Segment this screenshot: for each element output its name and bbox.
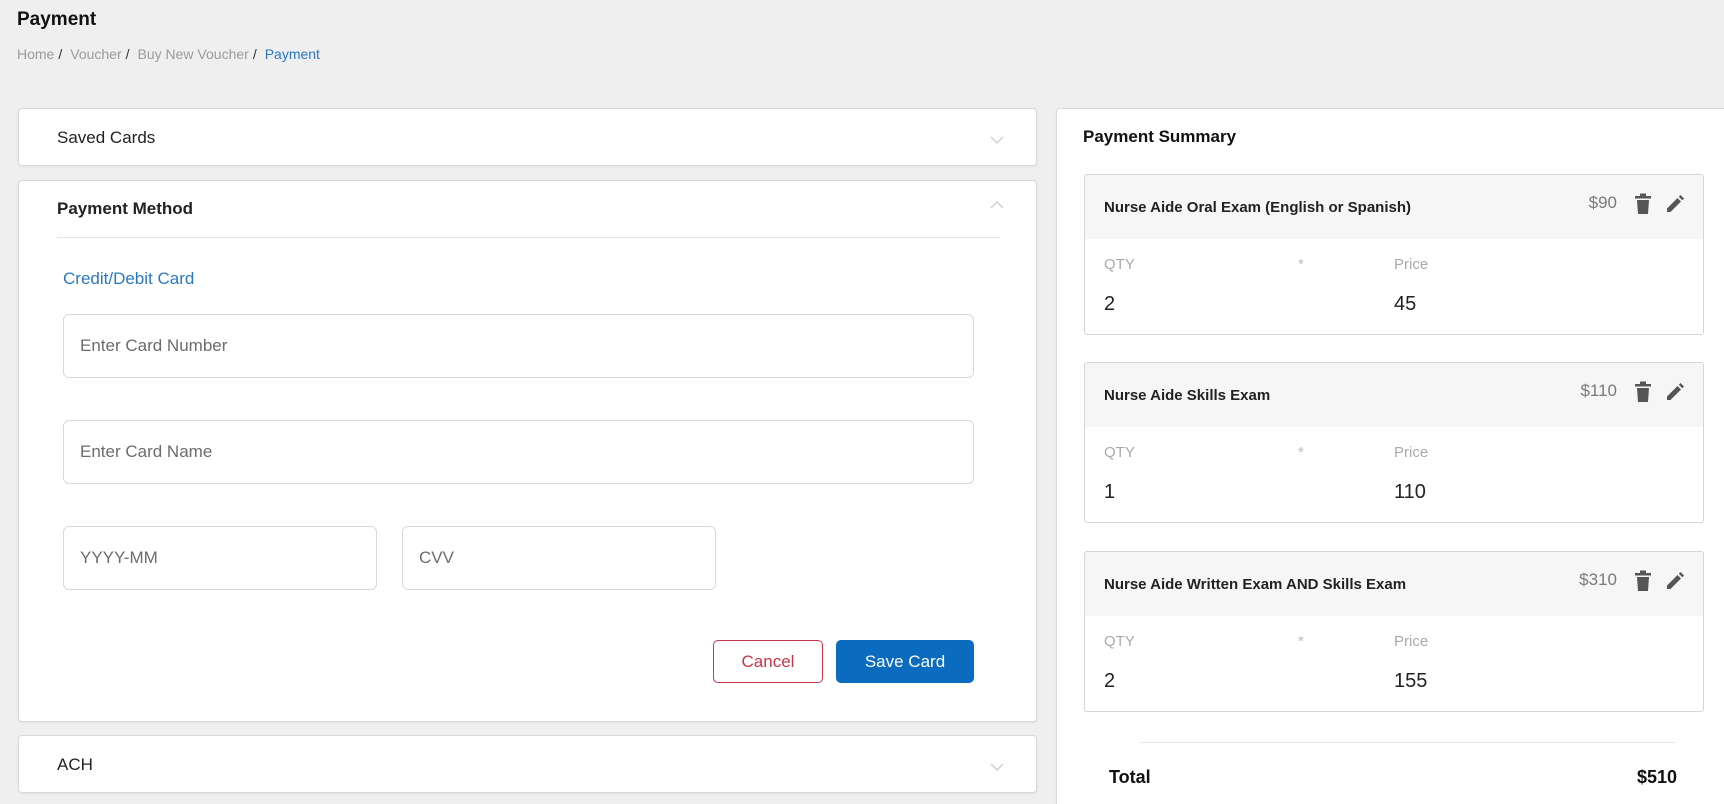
cancel-button[interactable]: Cancel xyxy=(713,640,823,683)
summary-item-name: Nurse Aide Oral Exam (English or Spanish… xyxy=(1104,199,1412,216)
qty-label: QTY xyxy=(1104,633,1135,650)
page-title: Payment xyxy=(17,9,97,30)
total-value: $510 xyxy=(1637,767,1678,787)
pencil-icon[interactable] xyxy=(1665,381,1686,402)
divider xyxy=(1140,742,1675,743)
ach-heading: ACH xyxy=(57,755,93,774)
qty-value: 2 xyxy=(1104,670,1116,692)
card-expiry-input[interactable] xyxy=(63,526,377,590)
summary-item-card: Nurse Aide Oral Exam (English or Spanish… xyxy=(1084,174,1704,335)
save-card-button[interactable]: Save Card xyxy=(836,640,974,683)
qty-label: QTY xyxy=(1104,444,1135,461)
chevron-down-icon[interactable] xyxy=(990,760,1004,774)
summary-item-header: Nurse Aide Skills Exam $110 xyxy=(1085,363,1703,427)
qty-label: QTY xyxy=(1104,256,1135,273)
pencil-icon[interactable] xyxy=(1665,193,1686,214)
price-label: Price xyxy=(1394,633,1429,650)
trash-icon[interactable] xyxy=(1634,193,1652,215)
saved-cards-accordion[interactable]: Saved Cards xyxy=(18,108,1037,166)
multiply-label: * xyxy=(1298,633,1304,650)
summary-item-name: Nurse Aide Written Exam AND Skills Exam xyxy=(1104,576,1407,593)
breadcrumb-voucher[interactable]: Voucher xyxy=(70,46,121,62)
trash-icon[interactable] xyxy=(1634,570,1652,592)
summary-item-header: Nurse Aide Oral Exam (English or Spanish… xyxy=(1085,175,1703,239)
breadcrumb-separator: / xyxy=(58,46,63,62)
summary-item-amount: $310 xyxy=(1579,570,1617,589)
summary-item-header: Nurse Aide Written Exam AND Skills Exam … xyxy=(1085,552,1703,616)
chevron-down-icon[interactable] xyxy=(990,133,1004,147)
payment-summary-panel: Payment Summary Nurse Aide Oral Exam (En… xyxy=(1056,108,1724,804)
total-label: Total xyxy=(1109,767,1151,787)
payment-method-accordion: Payment Method Credit/Debit Card Cancel … xyxy=(18,180,1037,722)
trash-icon[interactable] xyxy=(1634,381,1652,403)
payment-method-heading[interactable]: Payment Method xyxy=(57,199,193,219)
pencil-icon[interactable] xyxy=(1665,570,1686,591)
saved-cards-heading: Saved Cards xyxy=(57,128,156,147)
price-value: 155 xyxy=(1394,670,1428,692)
breadcrumb: Home / Voucher / Buy New Voucher / Payme… xyxy=(17,46,320,62)
card-number-input[interactable] xyxy=(63,314,974,378)
price-label: Price xyxy=(1394,256,1429,273)
price-value: 110 xyxy=(1394,481,1426,503)
breadcrumb-separator: / xyxy=(125,46,130,62)
ach-accordion[interactable]: ACH xyxy=(18,735,1037,793)
breadcrumb-separator: / xyxy=(252,46,257,62)
breadcrumb-buy-new-voucher[interactable]: Buy New Voucher xyxy=(138,46,249,62)
divider xyxy=(57,237,1000,238)
summary-item-card: Nurse Aide Written Exam AND Skills Exam … xyxy=(1084,551,1704,712)
price-label: Price xyxy=(1394,444,1429,461)
summary-item-amount: $110 xyxy=(1580,381,1617,400)
summary-item-amount: $90 xyxy=(1588,193,1617,212)
breadcrumb-payment: Payment xyxy=(264,46,320,62)
credit-debit-card-link[interactable]: Credit/Debit Card xyxy=(63,269,194,289)
qty-value: 1 xyxy=(1104,481,1116,503)
multiply-label: * xyxy=(1298,444,1304,461)
summary-item-name: Nurse Aide Skills Exam xyxy=(1104,387,1271,404)
card-name-input[interactable] xyxy=(63,420,974,484)
card-cvv-input[interactable] xyxy=(402,526,716,590)
multiply-label: * xyxy=(1298,256,1304,273)
breadcrumb-home[interactable]: Home xyxy=(17,46,54,62)
chevron-up-icon[interactable] xyxy=(990,198,1004,212)
qty-value: 2 xyxy=(1104,293,1116,315)
price-value: 45 xyxy=(1394,293,1417,315)
summary-item-card: Nurse Aide Skills Exam $110 QTY * Price … xyxy=(1084,362,1704,523)
payment-summary-title: Payment Summary xyxy=(1083,127,1237,146)
